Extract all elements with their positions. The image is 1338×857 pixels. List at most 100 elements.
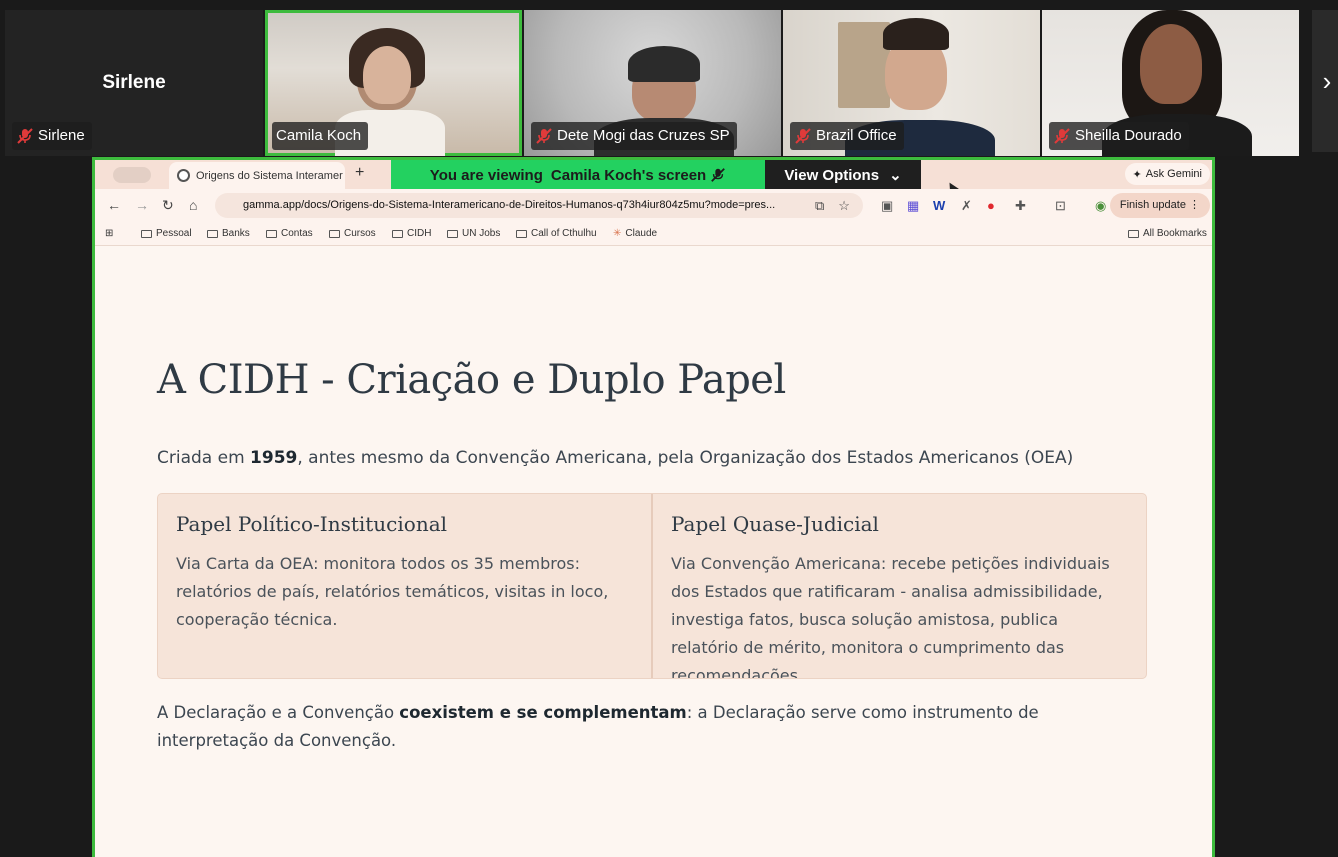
bookmark-folder[interactable]: Banks: [207, 228, 250, 239]
muted-mic-icon: [711, 168, 726, 182]
participant-name: Dete Mogi das Cruzes SP: [557, 127, 730, 144]
role-cards: Papel Político-Institucional Via Carta d…: [157, 493, 1147, 679]
extension-icon[interactable]: ▦: [907, 198, 919, 214]
bookmark-label: Call of Cthulhu: [531, 228, 597, 239]
finish-update-button[interactable]: Finish update ⋮: [1109, 193, 1210, 218]
folder-icon: [329, 229, 340, 238]
gemini-icon: ✦: [1132, 168, 1142, 181]
more-vertical-icon[interactable]: ⋮: [1189, 199, 1200, 211]
home-icon[interactable]: ⌂: [189, 197, 197, 213]
participant-tile-sheilla[interactable]: Sheilla Dourado: [1042, 10, 1299, 156]
folder-icon: [516, 229, 527, 238]
tab-search-button[interactable]: [113, 167, 151, 183]
tab-title: Origens do Sistema Interamer: [196, 169, 343, 182]
extension-icon[interactable]: ✗: [961, 198, 972, 214]
card-political-role: Papel Político-Institucional Via Carta d…: [158, 494, 651, 678]
bookmark-label: All Bookmarks: [1143, 228, 1207, 239]
back-arrow-icon[interactable]: ←: [107, 197, 121, 213]
participant-name-bar: Camila Koch: [272, 122, 369, 150]
tab-favicon-icon: [177, 169, 190, 182]
muted-mic-icon: [1054, 128, 1070, 144]
outro-text: A Declaração e a Convenção: [157, 703, 400, 722]
muted-mic-icon: [17, 128, 33, 144]
view-options-button[interactable]: View Options ⌄: [765, 160, 921, 190]
bookmark-folder[interactable]: Pessoal: [141, 228, 192, 239]
folder-icon: [392, 229, 403, 238]
folder-icon: [207, 229, 218, 238]
extension-icon[interactable]: W: [933, 198, 945, 213]
bookmark-label: UN Jobs: [462, 228, 501, 239]
chevron-down-icon: ⌄: [889, 167, 902, 184]
apps-grid-icon[interactable]: ⊞: [105, 228, 113, 239]
view-options-label: View Options: [784, 166, 880, 184]
tab-search-icon[interactable]: ⊡: [1055, 198, 1066, 214]
participant-name-bar: Sheilla Dourado: [1049, 122, 1189, 150]
reload-icon[interactable]: ↻: [162, 197, 174, 214]
participant-tile-sirlene[interactable]: Sirlene Sirlene: [5, 10, 263, 156]
participant-name: Sirlene: [38, 127, 85, 144]
address-bar-actions: ⧉ ☆: [815, 198, 850, 214]
participant-strip: Sirlene Sirlene Camila Koch Dete Mogi da…: [0, 0, 1338, 157]
chevron-right-icon: ›: [1322, 65, 1332, 96]
card-heading: Papel Quase-Judicial: [671, 512, 879, 536]
slide-title: A CIDH - Criação e Duplo Papel: [157, 357, 786, 403]
card-body: Via Carta da OEA: monitora todos os 35 m…: [176, 554, 609, 629]
bookmark-label: Claude: [625, 228, 658, 239]
url-text: gamma.app/docs/Origens-do-Sistema-Intera…: [243, 199, 776, 211]
intro-year: 1959: [250, 448, 298, 468]
folder-icon: [1128, 229, 1139, 238]
participant-hat: [628, 46, 700, 82]
participant-face: [1140, 24, 1202, 104]
participant-name-bar: Dete Mogi das Cruzes SP: [531, 122, 737, 150]
shared-screen: Origens do Sistema Interamer ✕ + ✦ Ask G…: [92, 157, 1215, 857]
muted-mic-icon: [795, 128, 811, 144]
address-bar[interactable]: gamma.app/docs/Origens-do-Sistema-Intera…: [215, 193, 863, 218]
participant-tile-camila[interactable]: Camila Koch: [265, 10, 522, 156]
bookmark-folder[interactable]: Cursos: [329, 228, 376, 239]
puzzle-extensions-icon[interactable]: ✚: [1015, 198, 1026, 214]
banner-presenter: Camila Koch's screen: [550, 166, 707, 184]
next-participants-button[interactable]: ›: [1312, 10, 1338, 152]
forward-arrow-icon[interactable]: →: [135, 197, 149, 213]
bookmark-label: Banks: [222, 228, 250, 239]
banner-prefix: You are viewing: [429, 166, 543, 184]
ask-gemini-label: Ask Gemini: [1145, 168, 1202, 180]
participant-tile-brazil-office[interactable]: Brazil Office: [783, 10, 1040, 156]
viewing-banner: You are viewing Camila Koch's screen: [391, 160, 765, 190]
bookmark-label: Contas: [281, 228, 313, 239]
extension-icon[interactable]: ●: [987, 198, 995, 213]
participant-tile-dete[interactable]: Dete Mogi das Cruzes SP: [524, 10, 781, 156]
card-heading: Papel Político-Institucional: [176, 512, 448, 536]
intro-text: , antes mesmo da Convenção Americana, pe…: [297, 448, 1074, 468]
participant-big-name: Sirlene: [102, 72, 166, 93]
bookmark-star-icon[interactable]: ☆: [838, 198, 850, 214]
slide-content: A CIDH - Criação e Duplo Papel Criada em…: [95, 247, 1212, 857]
card-body: Via Convenção Americana: recebe petições…: [671, 554, 1110, 679]
browser-tab[interactable]: Origens do Sistema Interamer ✕: [169, 162, 345, 189]
participant-name: Sheilla Dourado: [1075, 127, 1182, 144]
install-app-icon[interactable]: ⧉: [815, 198, 824, 214]
bookmark-label: Cursos: [344, 228, 376, 239]
bookmarks-bar: ⊞ Pessoal Banks Contas Cursos CIDH UN Jo…: [95, 222, 1212, 246]
outro-emphasis: coexistem e se complementam: [399, 703, 687, 722]
claude-icon: ✳: [613, 228, 622, 239]
participant-name: Brazil Office: [816, 127, 897, 144]
profile-avatar-icon[interactable]: ◉: [1095, 198, 1106, 214]
bookmark-folder[interactable]: Contas: [266, 228, 313, 239]
folder-icon: [447, 229, 458, 238]
folder-icon: [141, 229, 152, 238]
all-bookmarks[interactable]: All Bookmarks: [1128, 228, 1207, 239]
bookmark-folder[interactable]: Call of Cthulhu: [516, 228, 597, 239]
bookmark-folder[interactable]: UN Jobs: [447, 228, 500, 239]
extension-icon[interactable]: ▣: [881, 198, 893, 214]
ask-gemini-button[interactable]: ✦ Ask Gemini: [1124, 163, 1210, 185]
finish-update-label: Finish update: [1119, 199, 1186, 211]
new-tab-button[interactable]: +: [355, 164, 364, 182]
intro-text: Criada em: [157, 448, 251, 468]
bookmark-link[interactable]: ✳ Claude: [613, 228, 657, 239]
bookmark-label: CIDH: [407, 228, 432, 239]
participant-name-bar: Brazil Office: [790, 122, 904, 150]
participant-hair: [883, 18, 949, 50]
bookmark-folder[interactable]: CIDH: [392, 228, 431, 239]
participant-name-bar: Sirlene: [12, 122, 92, 150]
